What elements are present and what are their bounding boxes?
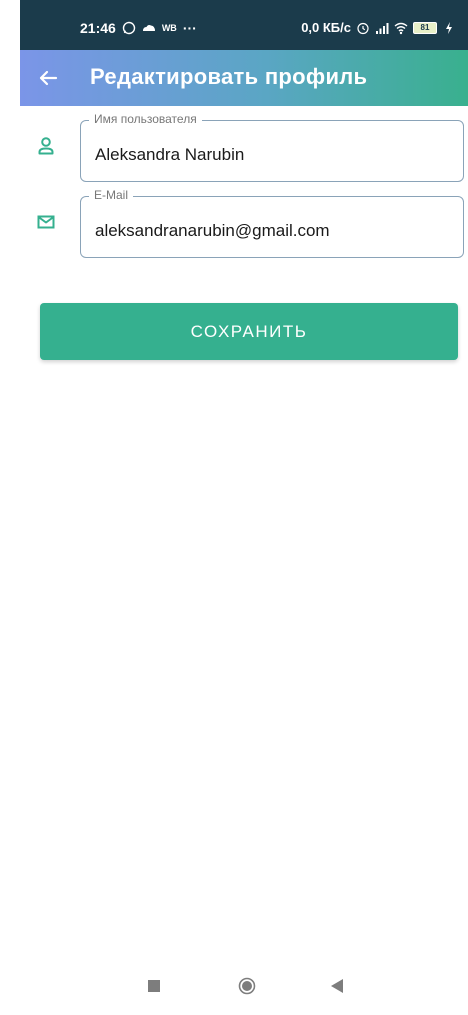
status-time: 21:46 [80, 20, 116, 36]
status-bar: 21:46 WB ··· 0,0 КБ/с 81 [20, 0, 468, 50]
username-row: Имя пользователя [20, 112, 468, 184]
email-input[interactable] [81, 215, 463, 247]
recents-square-icon[interactable] [148, 980, 160, 992]
signal-icon [376, 22, 389, 34]
person-icon [38, 137, 54, 155]
net-speed: 0,0 КБ/с [301, 20, 351, 35]
wb-label: WB [161, 23, 177, 33]
email-field: E-Mail [80, 188, 464, 258]
email-row: E-Mail [20, 188, 468, 260]
app-bar: Редактировать профиль [20, 50, 468, 106]
status-right: 0,0 КБ/с 81 [301, 20, 456, 35]
screen: 21:46 WB ··· 0,0 КБ/с 81 Редактировать п… [0, 0, 468, 1015]
status-left: 21:46 WB ··· [80, 20, 197, 36]
charging-icon [446, 21, 452, 34]
username-input[interactable] [81, 139, 463, 171]
more-dots: ··· [182, 20, 197, 36]
battery-icon: 81 [413, 21, 437, 34]
alarm-icon [357, 22, 369, 34]
page-title: Редактировать профиль [90, 64, 368, 89]
cloud-icon [142, 25, 155, 31]
username-field: Имя пользователя [80, 112, 464, 182]
home-circle-icon[interactable] [238, 977, 256, 995]
system-nav-bar [0, 960, 468, 1015]
arrow-left-icon[interactable] [32, 62, 64, 94]
username-label: Имя пользователя [89, 112, 202, 126]
email-label: E-Mail [89, 188, 134, 202]
wifi-icon [394, 22, 408, 34]
whatsapp-icon [122, 21, 136, 35]
mail-icon [37, 215, 55, 229]
save-button[interactable]: СОХРАНИТЬ [40, 303, 458, 360]
back-triangle-icon[interactable] [330, 978, 344, 994]
